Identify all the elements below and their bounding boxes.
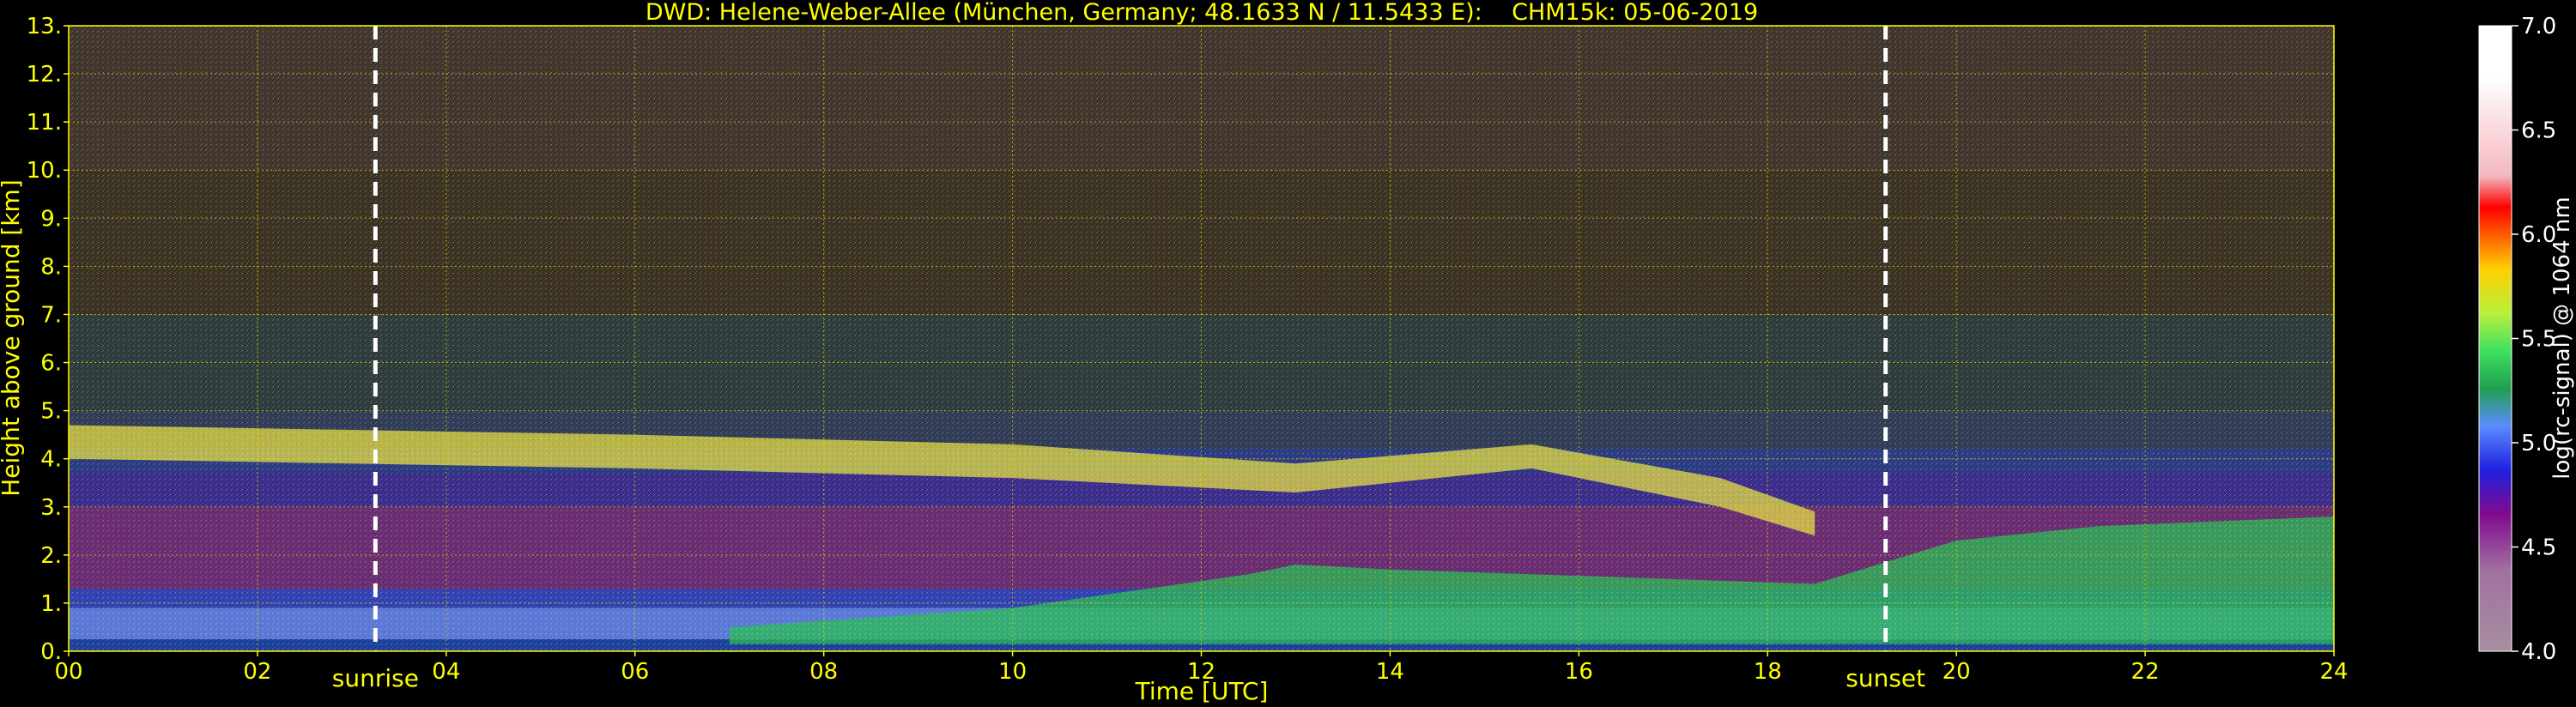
colorbar: 4.04.55.05.56.06.57.0 log(rc-signal) @ 1… bbox=[2478, 14, 2575, 665]
ceilometer-figure: 00 02 04 06 08 10 12 14 16 18 20 22 24 0.1.2.3.4.5.6… bbox=[0, 0, 2575, 705]
y-tick-label: 5. bbox=[40, 399, 62, 425]
y-tick-label: 0. bbox=[40, 639, 62, 665]
x-tick-label: 08 bbox=[809, 659, 838, 685]
x-tick-label: 02 bbox=[243, 659, 271, 685]
x-axis-label: Time [UTC] bbox=[1135, 677, 1269, 705]
colorbar-tick-label: 7.0 bbox=[2521, 14, 2556, 39]
y-tick-label: 13. bbox=[27, 14, 62, 39]
marker-label-sunset: sunset bbox=[1846, 664, 1925, 692]
y-axis-label: Height above ground [km] bbox=[0, 179, 25, 497]
x-tick-label: 06 bbox=[621, 659, 649, 685]
colorbar-tick-label: 4.0 bbox=[2521, 639, 2556, 665]
colorbar-tick-label: 4.5 bbox=[2521, 535, 2556, 561]
y-tick-label: 11. bbox=[27, 110, 62, 136]
y-tick-label: 10. bbox=[27, 158, 62, 184]
marker-labels: sunrise sunset bbox=[332, 664, 1925, 692]
y-tick-label: 2. bbox=[40, 543, 62, 569]
x-tick-label: 18 bbox=[1754, 659, 1782, 685]
x-tick-label: 04 bbox=[432, 659, 460, 685]
plot-area bbox=[69, 26, 2334, 651]
x-tick-label: 20 bbox=[1943, 659, 1971, 685]
y-tick-label: 9. bbox=[40, 206, 62, 232]
y-tick-label: 7. bbox=[40, 302, 62, 328]
y-tick-label: 8. bbox=[40, 254, 62, 280]
y-tick-label: 4. bbox=[40, 447, 62, 473]
chart-title: DWD: Helene-Weber-Allee (München, German… bbox=[646, 0, 1758, 26]
y-tick-label: 3. bbox=[40, 495, 62, 521]
colorbar-label: log(rc-signal) @ 1064 nm bbox=[2549, 196, 2575, 479]
x-tick-label: 14 bbox=[1376, 659, 1404, 685]
y-axis: 0. 1. 2. 3. 4. 5. 6. 7. 8. 9. 10. 11. 12. 13. bbox=[27, 14, 69, 665]
x-tick-label: 10 bbox=[998, 659, 1027, 685]
marker-label-sunrise: sunrise bbox=[332, 664, 419, 692]
x-tick-label: 24 bbox=[2319, 659, 2348, 685]
colorbar-gradient bbox=[2478, 25, 2512, 652]
x-tick-label: 22 bbox=[2131, 659, 2160, 685]
y-tick-label: 6. bbox=[40, 351, 62, 377]
noise-overlay bbox=[69, 26, 2334, 651]
colorbar-tick-label: 6.5 bbox=[2521, 118, 2556, 144]
y-tick-label: 1. bbox=[40, 591, 62, 617]
y-tick-label: 12. bbox=[27, 62, 62, 88]
x-tick-label: 16 bbox=[1565, 659, 1593, 685]
